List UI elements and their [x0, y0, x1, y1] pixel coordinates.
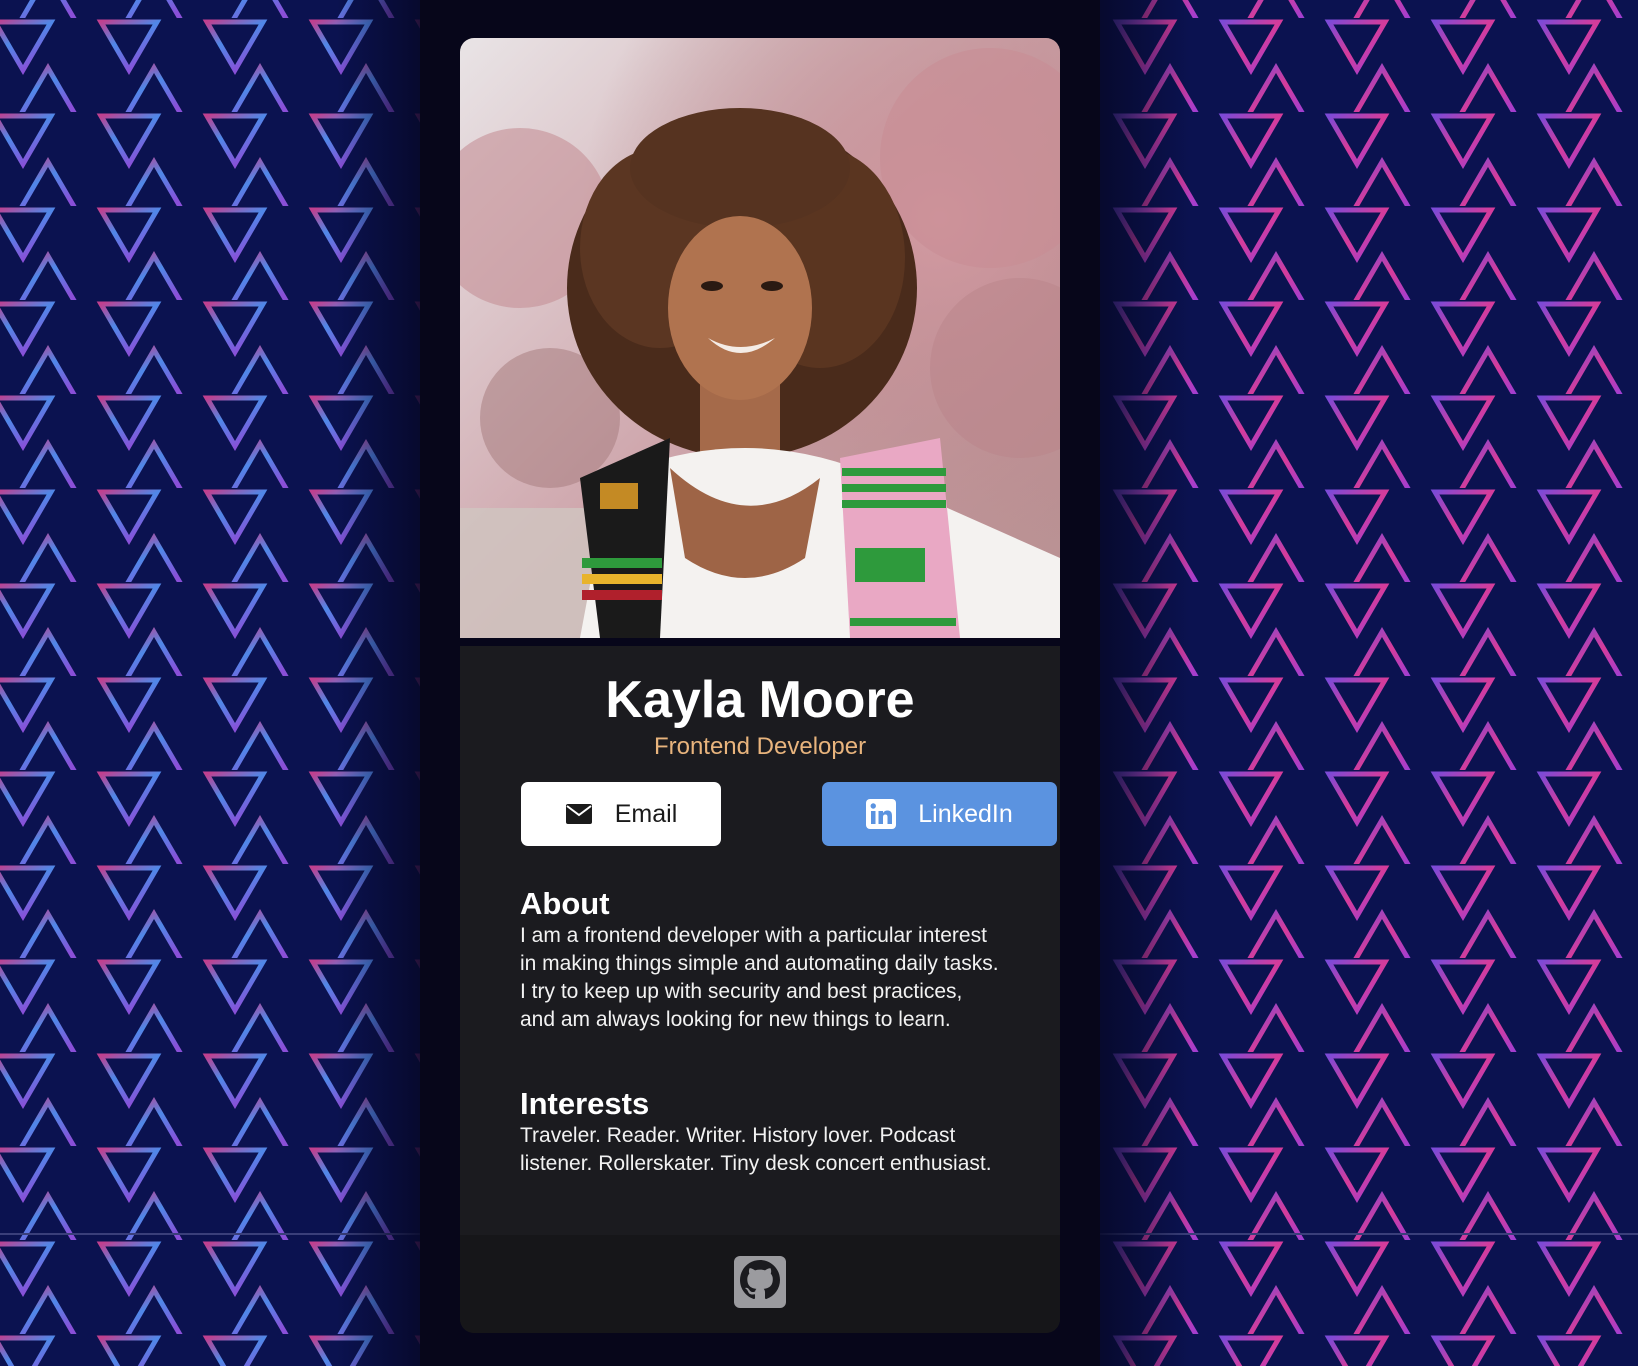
github-link[interactable]: [734, 1256, 786, 1308]
linkedin-icon: [866, 799, 897, 829]
about-heading: About: [520, 886, 610, 921]
interests-section: Interests Traveler. Reader. Writer. Hist…: [520, 1086, 1000, 1178]
profile-photo: [460, 38, 1060, 638]
linkedin-button-label: LinkedIn: [918, 799, 1013, 828]
profile-name: Kayla Moore: [605, 671, 915, 729]
email-button[interactable]: Email: [521, 782, 721, 846]
profile-card: Kayla Moore Frontend Developer Email Lin…: [460, 38, 1060, 1333]
interests-heading: Interests: [520, 1086, 650, 1121]
linkedin-button[interactable]: LinkedIn: [822, 782, 1057, 846]
center-column: Kayla Moore Frontend Developer Email Lin…: [420, 0, 1100, 1366]
email-button-label: Email: [614, 799, 678, 828]
profile-info: Kayla Moore Frontend Developer Email Lin…: [460, 646, 1060, 1175]
envelope-icon: [565, 803, 593, 825]
background-shade-right: [1100, 0, 1190, 1366]
interests-text: Traveler. Reader. Writer. History lover.…: [520, 1124, 992, 1175]
photo-divider: [460, 638, 1060, 646]
background-shade-left: [0, 0, 420, 1366]
profile-role: Frontend Developer: [653, 733, 867, 760]
github-icon: [740, 1260, 780, 1304]
contact-buttons: Email LinkedIn: [521, 782, 1057, 846]
about-section: About I am a frontend developer with a p…: [520, 886, 1000, 1034]
about-text: I am a frontend developer with a particu…: [520, 924, 999, 1031]
card-footer: [460, 1235, 1060, 1333]
